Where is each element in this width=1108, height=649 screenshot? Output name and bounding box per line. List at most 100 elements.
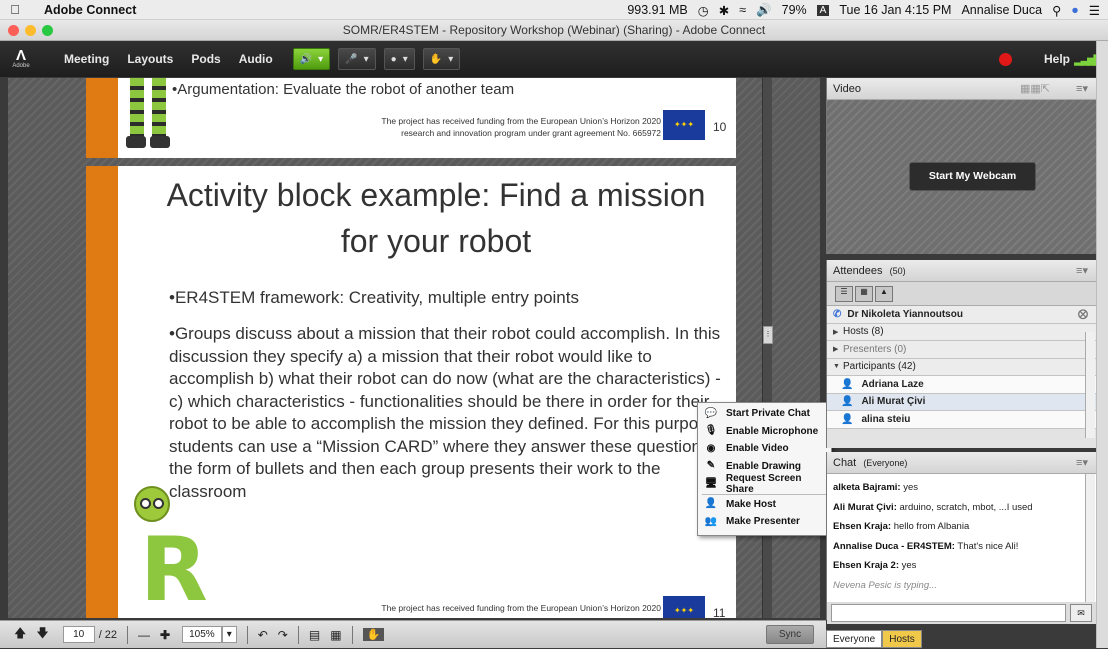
video-area: Start My Webcam (827, 100, 1096, 254)
redo-icon[interactable]: ↷ (278, 628, 288, 642)
tab-hosts[interactable]: Hosts (882, 630, 922, 648)
microphone-icon: 🎙 (704, 425, 718, 437)
toolbar-divider (246, 625, 248, 644)
scrollbar-thumb[interactable]: ⋮ (763, 326, 773, 344)
slide-accent-bar (86, 78, 118, 158)
clock[interactable]: Tue 16 Jan 4:15 PM (839, 3, 951, 17)
menu-audio[interactable]: Audio (239, 52, 273, 66)
page-total: / 22 (98, 628, 118, 641)
apple-icon[interactable]:  (0, 2, 30, 17)
zoom-dropdown-chevron-icon[interactable]: ▾ (221, 626, 237, 643)
funding-line: research and innovation program under gr… (401, 128, 661, 138)
eu-flag-icon: ✦✦✦ (663, 596, 705, 618)
zoom-window-button[interactable] (42, 25, 53, 36)
group-hosts[interactable]: ▶ Hosts (8) (827, 323, 1096, 341)
menu-make-host[interactable]: 👤 Make Host (698, 496, 831, 514)
menu-make-presenter[interactable]: 👥 Make Presenter (698, 513, 831, 531)
pod-menu-icon[interactable]: ≡▾ (1076, 452, 1088, 474)
background-window-edge (1096, 41, 1108, 648)
next-page-arrow-icon[interactable]: 🡇 (36, 624, 48, 645)
app-name[interactable]: Adobe Connect (44, 3, 136, 17)
list-view-icon[interactable]: ☰ (835, 286, 853, 302)
grid-view-icon[interactable]: ▦ (855, 286, 873, 302)
zoom-select[interactable]: 105% (182, 626, 222, 643)
participant-row[interactable]: 👤 Adriana Laze (827, 376, 1096, 394)
record-indicator-icon[interactable] (999, 52, 1012, 66)
notification-icon[interactable]: ☰ (1089, 3, 1100, 18)
attendees-pod: Attendees (50) ≡▾ ☰ ▦ ▲ ✆ Dr Nikoleta Yi… (826, 260, 1096, 448)
start-webcam-button[interactable]: Start My Webcam (909, 162, 1036, 191)
pod-menu-icon[interactable]: ≡▾ (1076, 260, 1088, 282)
chat-tabs: Everyone Hosts (826, 630, 922, 648)
current-user-row[interactable]: ✆ Dr Nikoleta Yiannoutsou ⨂ (827, 306, 1096, 324)
presenter-icon: 👥 (704, 515, 718, 527)
participant-row[interactable]: 👤 alina steiu (827, 411, 1096, 429)
menu-help[interactable]: Help (1044, 52, 1070, 66)
screen-share-icon: 🖥 (704, 477, 718, 489)
pod-menu-icon[interactable]: ≡▾ (1076, 78, 1088, 100)
chevron-down-icon: ▾ (402, 53, 408, 65)
slide-previous: •Argumentation: Evaluate the robot of an… (86, 78, 736, 158)
menu-pods[interactable]: Pods (191, 52, 220, 66)
expand-arrow-icon: ▶ (833, 346, 839, 354)
attendees-scrollbar[interactable] (1085, 332, 1095, 438)
menu-layouts[interactable]: Layouts (127, 52, 173, 66)
fullscreen-icon[interactable]: ▦ (330, 628, 341, 642)
slide-bullet: •Argumentation: Evaluate the robot of an… (172, 81, 515, 98)
raise-hand-icon: ✋ (429, 53, 443, 65)
previous-page-arrow-icon[interactable]: 🡅 (14, 624, 26, 645)
participant-row[interactable]: 👤 Ali Murat Çivi (827, 393, 1096, 411)
slide-page-number: 10 (713, 120, 727, 134)
expand-arrow-icon: ▶ (833, 328, 839, 336)
group-presenters[interactable]: ▶ Presenters (0) (827, 341, 1096, 359)
menu-enable-microphone[interactable]: 🎙 Enable Microphone (698, 423, 831, 441)
zoom-out-icon[interactable]: — (138, 628, 150, 642)
close-icon[interactable]: ⨂ (1078, 309, 1088, 320)
group-participants[interactable]: ▼ Participants (42) (827, 358, 1096, 376)
sort-icon[interactable]: ▲ (875, 286, 893, 302)
page-number-input[interactable]: 10 (62, 626, 95, 643)
battery-indicator[interactable]: 79% (782, 3, 807, 17)
funding-line: The project has received funding from th… (381, 603, 661, 613)
speaker-button[interactable]: 🔊 ▾ (292, 48, 331, 70)
microphone-button[interactable]: 🎤 ▾ (338, 48, 376, 70)
layout-toggle-icon[interactable]: ▦▦⇱ (1020, 78, 1050, 100)
funding-line: The project has received funding from th… (381, 116, 661, 126)
phone-icon: ✆ (833, 308, 842, 320)
send-message-icon[interactable]: ✉ (1070, 604, 1092, 622)
menu-start-private-chat[interactable]: 💬 Start Private Chat (698, 405, 831, 423)
webcam-button[interactable]: ● ▾ (383, 48, 415, 70)
layout-icon[interactable]: ▤ (309, 628, 320, 642)
user-name[interactable]: Annalise Duca (961, 3, 1042, 17)
volume-icon[interactable]: 🔊 (756, 3, 772, 18)
pod-title: Chat (833, 457, 857, 469)
menu-request-screen-share[interactable]: 🖥 Request Screen Share (698, 473, 831, 495)
share-pod: •Argumentation: Evaluate the robot of an… (8, 78, 820, 618)
siri-icon[interactable]: ● (1071, 3, 1079, 17)
input-source[interactable]: A (816, 4, 830, 16)
sync-button[interactable]: Sync (766, 625, 814, 644)
menu-enable-video[interactable]: ◉ Enable Video (698, 440, 831, 458)
user-icon: 👤 (841, 413, 854, 425)
chat-input[interactable] (831, 604, 1066, 622)
spotlight-icon[interactable]: ⚲ (1052, 3, 1061, 18)
user-icon: 👤 (841, 378, 854, 390)
eu-flag-icon: ✦✦✦ (663, 110, 705, 140)
share-scrollbar[interactable]: ⋮ (762, 78, 773, 618)
time-machine-icon[interactable]: ◷ (698, 3, 709, 18)
toolbar-divider (127, 625, 129, 644)
minimize-window-button[interactable] (25, 25, 36, 36)
wifi-icon[interactable]: ≈ (739, 3, 746, 17)
bluetooth-icon[interactable]: ✱ (719, 3, 729, 18)
slide-title: Activity block example: Find a mission f… (166, 177, 706, 259)
status-button[interactable]: ✋ ▾ (422, 48, 461, 70)
zoom-in-icon[interactable]: ✚ (160, 628, 170, 642)
hand-tool-icon[interactable]: ✋ (362, 628, 385, 641)
undo-icon[interactable]: ↶ (258, 628, 268, 642)
menu-meeting[interactable]: Meeting (64, 52, 109, 66)
toolbar-divider (351, 625, 353, 644)
tab-everyone[interactable]: Everyone (826, 630, 883, 648)
memory-indicator[interactable]: 993.91 MB (627, 3, 687, 17)
close-window-button[interactable] (8, 25, 19, 36)
chat-scrollbar[interactable] (1085, 474, 1095, 602)
